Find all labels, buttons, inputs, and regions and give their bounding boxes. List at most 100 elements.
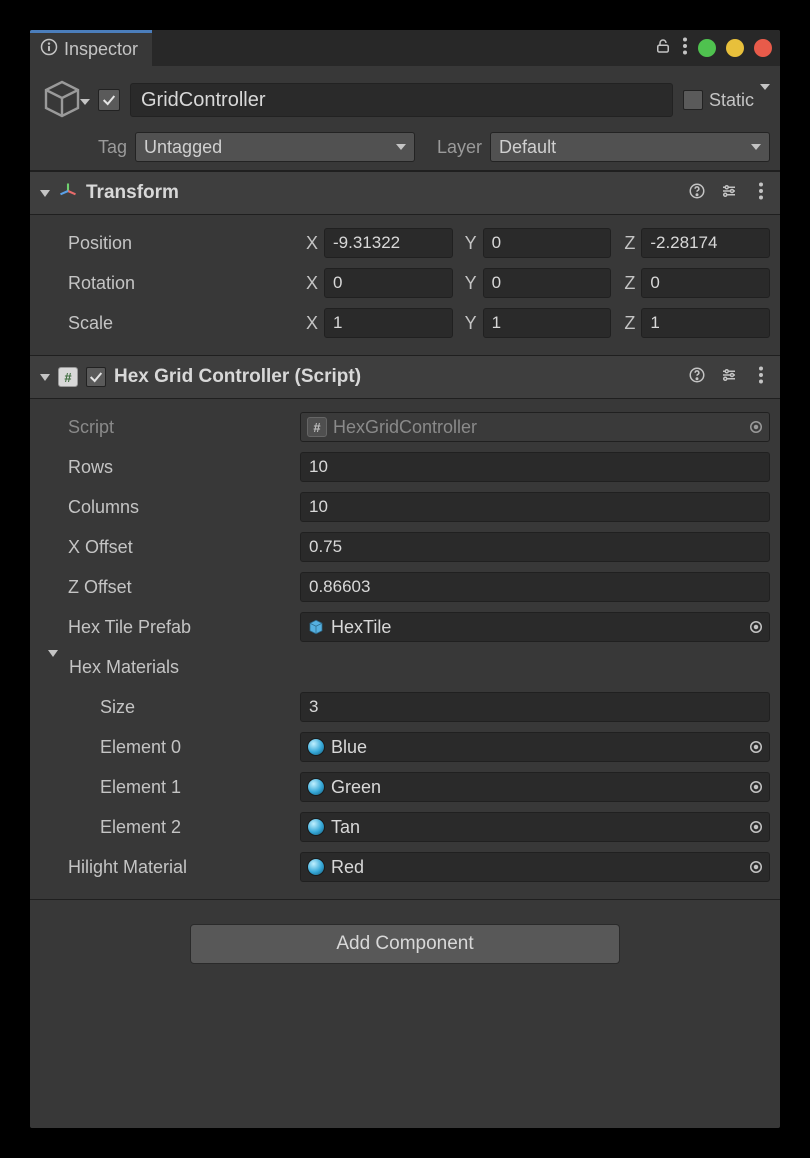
add-component-section: Add Component (30, 899, 780, 988)
chevron-down-icon (396, 144, 406, 150)
script-badge-icon: # (307, 417, 327, 437)
element2-value: Tan (331, 817, 360, 838)
axis-z-label: Z (617, 273, 635, 294)
object-picker-icon[interactable] (747, 818, 765, 836)
xoffset-input[interactable] (300, 532, 770, 562)
tab-title: Inspector (64, 39, 138, 60)
axis-y-label: Y (459, 313, 477, 334)
rows-label: Rows (40, 457, 300, 478)
axis-x-label: X (300, 273, 318, 294)
transform-body: Position X Y Z Rotation X Y Z Scale (30, 215, 780, 355)
transform-header[interactable]: Transform (30, 171, 780, 215)
gameobject-header: Static Tag Untagged Layer Default (30, 66, 780, 171)
rotation-z-input[interactable] (641, 268, 770, 298)
position-z-input[interactable] (641, 228, 770, 258)
element1-value: Green (331, 777, 381, 798)
inspector-tab[interactable]: Inspector (30, 30, 152, 66)
rotation-label: Rotation (40, 273, 300, 294)
scale-y-input[interactable] (483, 308, 612, 338)
preset-icon[interactable] (720, 366, 738, 389)
foldout-icon (40, 190, 50, 197)
element0-value: Blue (331, 737, 367, 758)
prefab-value: HexTile (331, 617, 391, 638)
add-component-button[interactable]: Add Component (190, 924, 620, 964)
gameobject-enabled-checkbox[interactable] (98, 89, 120, 111)
static-label: Static (709, 90, 754, 111)
zoffset-input[interactable] (300, 572, 770, 602)
tag-label: Tag (98, 137, 127, 158)
hilight-field[interactable]: Red (300, 852, 770, 882)
component-enabled-checkbox[interactable] (86, 367, 106, 387)
transform-title: Transform (86, 182, 680, 204)
scale-z-input[interactable] (641, 308, 770, 338)
tab-bar: Inspector (30, 30, 780, 66)
scale-label: Scale (40, 313, 300, 334)
prefab-field[interactable]: HexTile (300, 612, 770, 642)
gameobject-name-input[interactable] (130, 83, 673, 117)
object-picker-icon[interactable] (747, 418, 765, 436)
hex-materials-label[interactable]: Hex Materials (40, 657, 300, 678)
size-input[interactable] (300, 692, 770, 722)
kebab-icon[interactable] (752, 366, 770, 389)
size-label: Size (40, 697, 300, 718)
preset-icon[interactable] (720, 182, 738, 205)
rows-input[interactable] (300, 452, 770, 482)
element2-label: Element 2 (40, 817, 300, 838)
element0-field[interactable]: Blue (300, 732, 770, 762)
tag-dropdown[interactable]: Untagged (135, 132, 415, 162)
transform-icon (58, 181, 78, 206)
scale-x-input[interactable] (324, 308, 453, 338)
foldout-icon (48, 650, 58, 677)
material-icon (307, 778, 325, 796)
columns-label: Columns (40, 497, 300, 518)
kebab-icon[interactable] (752, 182, 770, 205)
kebab-icon[interactable] (682, 37, 688, 60)
rotation-x-input[interactable] (324, 268, 453, 298)
layer-label: Layer (437, 137, 482, 158)
static-dropdown-icon[interactable] (760, 90, 770, 111)
position-x-input[interactable] (324, 228, 453, 258)
hexgrid-header[interactable]: # Hex Grid Controller (Script) (30, 355, 780, 399)
hilight-value: Red (331, 857, 364, 878)
help-icon[interactable] (688, 366, 706, 389)
object-picker-icon[interactable] (747, 858, 765, 876)
static-checkbox[interactable] (683, 90, 703, 110)
position-y-input[interactable] (483, 228, 612, 258)
material-icon (307, 818, 325, 836)
hilight-label: Hilight Material (40, 857, 300, 878)
element2-field[interactable]: Tan (300, 812, 770, 842)
script-label: Script (40, 417, 300, 438)
info-icon (40, 38, 58, 61)
foldout-icon (40, 374, 50, 381)
axis-x-label: X (300, 233, 318, 254)
zoffset-label: Z Offset (40, 577, 300, 598)
chevron-down-icon[interactable] (80, 105, 90, 126)
gameobject-icon[interactable] (40, 76, 88, 124)
object-picker-icon[interactable] (747, 618, 765, 636)
traffic-yellow[interactable] (726, 39, 744, 57)
element1-label: Element 1 (40, 777, 300, 798)
inspector-panel: Inspector (30, 30, 780, 1128)
hexgrid-title: Hex Grid Controller (Script) (114, 366, 680, 388)
axis-y-label: Y (459, 233, 477, 254)
columns-input[interactable] (300, 492, 770, 522)
layer-dropdown[interactable]: Default (490, 132, 770, 162)
element1-field[interactable]: Green (300, 772, 770, 802)
axis-z-label: Z (617, 313, 635, 334)
object-picker-icon[interactable] (747, 738, 765, 756)
axis-y-label: Y (459, 273, 477, 294)
script-value: HexGridController (333, 417, 477, 438)
traffic-red[interactable] (754, 39, 772, 57)
rotation-y-input[interactable] (483, 268, 612, 298)
xoffset-label: X Offset (40, 537, 300, 558)
hexgrid-body: Script # HexGridController Rows Columns … (30, 399, 780, 899)
layer-value: Default (499, 137, 556, 158)
material-icon (307, 858, 325, 876)
lock-icon[interactable] (654, 37, 672, 60)
prefab-icon (307, 618, 325, 636)
traffic-green[interactable] (698, 39, 716, 57)
help-icon[interactable] (688, 182, 706, 205)
axis-x-label: X (300, 313, 318, 334)
script-field: # HexGridController (300, 412, 770, 442)
object-picker-icon[interactable] (747, 778, 765, 796)
